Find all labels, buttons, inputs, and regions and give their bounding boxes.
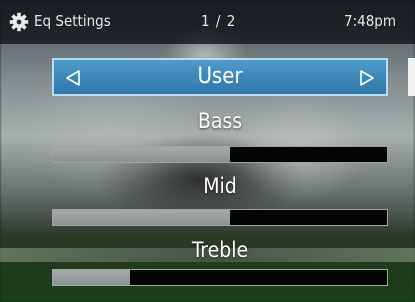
screen-title: Eq Settings [34, 12, 111, 30]
page-indicator: 1 / 2 [201, 12, 237, 30]
band-label-treble: Treble [191, 238, 249, 262]
gear-icon [9, 12, 29, 32]
status-bar: Eq Settings 1 / 2 7:48pm [0, 0, 415, 44]
band-label-mid: Mid [203, 174, 237, 198]
triangle-right-icon[interactable] [358, 69, 376, 87]
bass-slider[interactable] [52, 146, 388, 163]
preset-selector[interactable]: User [52, 58, 388, 96]
mid-slider[interactable] [52, 209, 388, 226]
band-label-bass: Bass [197, 109, 243, 133]
bass-slider-fill [53, 147, 231, 162]
treble-slider[interactable] [52, 269, 388, 286]
scroll-indicator [408, 58, 415, 96]
treble-slider-fill [53, 270, 130, 285]
clock: 7:48pm [344, 12, 397, 30]
preset-label: User [197, 64, 243, 89]
mid-slider-fill [53, 210, 231, 225]
